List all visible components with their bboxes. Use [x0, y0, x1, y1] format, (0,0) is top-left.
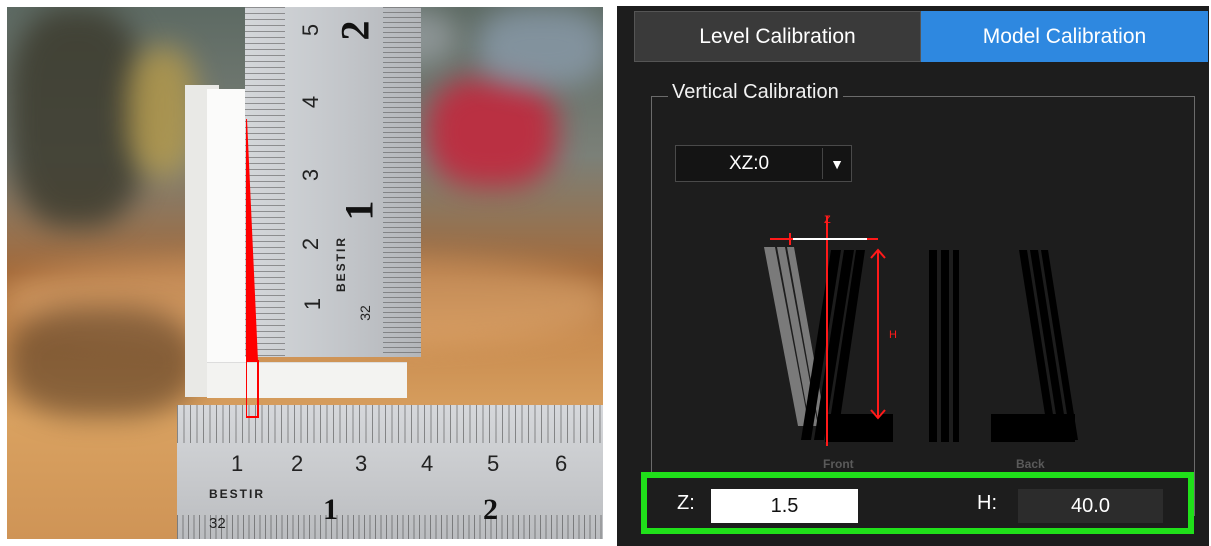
- dimension-z-label: Z: [824, 214, 831, 226]
- axis-select[interactable]: XZ:0 ▼: [675, 145, 852, 182]
- ruler-number: 3: [298, 168, 324, 182]
- background-blur: [477, 7, 603, 87]
- horizontal-ruler: 1 2 3 4 5 6 1 2 BESTIR 32: [177, 405, 603, 539]
- dimension-h-label: H: [889, 329, 897, 341]
- ruler-number: 1: [231, 451, 244, 476]
- back-caption: Back: [1016, 457, 1045, 471]
- tab-model-calibration[interactable]: Model Calibration: [921, 11, 1208, 62]
- front-model-shape: [801, 250, 893, 442]
- ruler-code: 32: [356, 305, 373, 321]
- red-gap-highlight: [246, 119, 259, 418]
- side-model-shape: [929, 250, 959, 442]
- h-input[interactable]: [1018, 489, 1163, 523]
- background-blur: [427, 77, 557, 187]
- ruler-number-large: 1: [336, 200, 382, 221]
- calibration-tabs: Level Calibration Model Calibration: [634, 11, 1208, 62]
- ruler-number: 5: [487, 451, 500, 476]
- chevron-down-icon[interactable]: ▼: [823, 146, 851, 181]
- ruler-number: 2: [298, 237, 324, 251]
- h-label: H:: [977, 492, 997, 514]
- group-title: Vertical Calibration: [668, 81, 843, 104]
- ruler-number: 3: [355, 451, 368, 476]
- ruler-number: 4: [298, 95, 324, 109]
- ruler-number: 4: [421, 451, 434, 476]
- printed-part-base: [207, 362, 407, 398]
- tab-level-calibration[interactable]: Level Calibration: [634, 11, 921, 62]
- calibration-diagram: Z H Front Back: [764, 214, 1078, 471]
- calibration-panel: Level Calibration Model Calibration Vert…: [617, 6, 1209, 546]
- vertical-ruler: 5 4 3 2 1 2 1 BESTIR 32: [245, 7, 421, 357]
- ruler-brand: BESTIR: [209, 487, 266, 501]
- ruler-ticks: [177, 405, 603, 443]
- ruler-number-large: 2: [332, 20, 378, 41]
- z-label: Z:: [677, 492, 695, 514]
- calibration-photo: 5 4 3 2 1 2 1 BESTIR 32 1 2 3 4 5 6 1 2 …: [7, 7, 603, 539]
- ruler-ticks: [177, 515, 603, 539]
- ruler-number: 5: [298, 23, 324, 37]
- background-blur: [7, 7, 147, 227]
- z-input[interactable]: [711, 489, 858, 523]
- back-model-shape: [991, 250, 1078, 442]
- ruler-number: 6: [555, 451, 568, 476]
- ruler-code: 32: [209, 515, 226, 532]
- calibration-inputs-highlight: Z: H:: [641, 472, 1194, 534]
- front-caption: Front: [823, 457, 854, 471]
- ruler-number: 1: [300, 297, 326, 311]
- ruler-number: 2: [291, 451, 304, 476]
- ruler-ticks: [383, 7, 421, 357]
- background-blur: [7, 307, 197, 417]
- axis-select-value: XZ:0: [728, 152, 770, 174]
- ruler-number-large: 1: [323, 493, 338, 526]
- ruler-number-large: 2: [483, 493, 498, 526]
- ruler-brand: BESTIR: [334, 235, 349, 293]
